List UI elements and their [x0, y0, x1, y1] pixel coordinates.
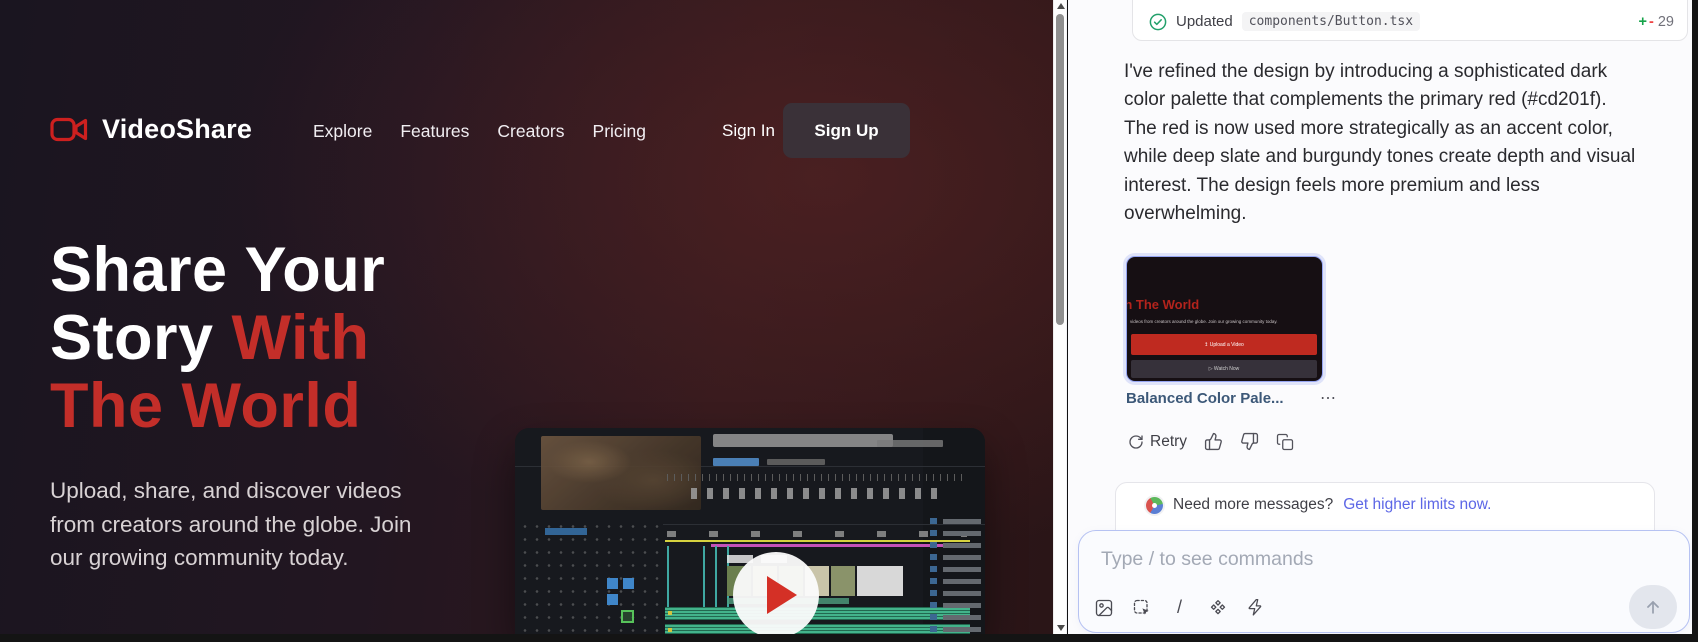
hero-line3: The World: [50, 371, 361, 441]
updated-file-name: components/Button.tsx: [1242, 12, 1420, 31]
app-window: VideoShare Explore Features Creators Pri…: [0, 0, 1698, 642]
editor-audio-track: [665, 607, 970, 620]
scrollbar-thumb[interactable]: [1056, 14, 1064, 325]
usage-pie-icon: [1146, 497, 1163, 514]
editor-effects-list: [930, 518, 982, 634]
scroll-up-arrow-icon[interactable]: [1057, 3, 1065, 9]
diff-added-icon: +: [1639, 14, 1647, 30]
message-line: I've refined the design by introducing a…: [1124, 58, 1690, 86]
update-status-label: Updated: [1176, 13, 1233, 30]
editor-track-dot: [668, 628, 672, 632]
editor-tool-button: [607, 594, 618, 605]
editor-timeline-marker-line: [665, 540, 970, 542]
scroll-down-arrow-icon[interactable]: [1057, 625, 1065, 631]
components-icon[interactable]: [1207, 597, 1228, 618]
retry-label: Retry: [1150, 433, 1187, 451]
editor-timeline-selection-line: [711, 544, 963, 547]
get-higher-limits-link[interactable]: Get higher limits now.: [1343, 496, 1491, 514]
attachment-caption-row: Balanced Color Pale... ⋯: [1126, 390, 1338, 407]
hero-line1: Share Your: [50, 235, 385, 305]
quick-actions-icon[interactable]: [1245, 597, 1266, 618]
nav-link-explore[interactable]: Explore: [313, 121, 372, 142]
hero-subtitle: Upload, share, and discover videos from …: [50, 474, 411, 575]
site-preview-panel: VideoShare Explore Features Creators Pri…: [0, 0, 1053, 634]
editor-label: [545, 528, 587, 535]
assistant-chat-panel: Updated components/Button.tsx + - 29 I'v…: [1068, 0, 1692, 634]
assistant-message: I've refined the design by introducing a…: [1124, 58, 1690, 228]
editor-titlebar: [713, 434, 893, 447]
subtitle-line: Upload, share, and discover videos: [50, 474, 411, 508]
diff-count: 29: [1658, 14, 1674, 30]
editor-ruler: [667, 474, 967, 481]
site-nav: Explore Features Creators Pricing: [313, 121, 646, 142]
nav-link-creators[interactable]: Creators: [497, 121, 564, 142]
diff-stats: + - 29: [1639, 14, 1674, 30]
refresh-icon: [1128, 434, 1144, 450]
window-edge-right: [1692, 0, 1698, 642]
design-attachment-thumbnail[interactable]: th The World videos from creators around…: [1126, 256, 1323, 382]
site-logo[interactable]: VideoShare: [50, 114, 252, 145]
sign-in-link[interactable]: Sign In: [722, 121, 775, 141]
hero-line2-white: Story: [50, 303, 232, 373]
composer-toolbar: /: [1093, 597, 1266, 618]
banner-question: Need more messages?: [1173, 496, 1333, 514]
send-button[interactable]: [1629, 585, 1677, 629]
message-line: color palette that complements the prima…: [1124, 86, 1690, 114]
editor-tab-active: [713, 458, 759, 466]
select-element-icon[interactable]: [1131, 597, 1152, 618]
slash-command-icon[interactable]: /: [1169, 597, 1190, 618]
video-camera-icon: [50, 116, 88, 143]
thumbs-down-icon[interactable]: [1240, 432, 1259, 451]
vertical-scrollbar[interactable]: [1053, 0, 1067, 634]
editor-tool-panel: [519, 520, 659, 634]
editor-tool-button: [623, 578, 634, 589]
message-line: The red is now used more strategically a…: [1124, 115, 1690, 143]
preview-secondary-button: ▷ Watch Now: [1131, 360, 1317, 378]
message-composer[interactable]: /: [1078, 530, 1690, 633]
message-line: interest. The design feels more premium …: [1124, 172, 1690, 200]
more-options-icon[interactable]: ⋯: [1320, 392, 1338, 406]
hero-line2-red: With: [232, 303, 370, 373]
image-attach-icon[interactable]: [1093, 597, 1114, 618]
nav-link-pricing[interactable]: Pricing: [593, 121, 647, 142]
editor-timeline-ruler: [667, 531, 967, 537]
retry-button[interactable]: Retry: [1128, 433, 1187, 451]
hero-heading: Share Your Story With The World: [50, 236, 385, 440]
editor-timecode: [877, 440, 943, 447]
editor-track-dot: [668, 611, 672, 615]
nav-link-features[interactable]: Features: [400, 121, 469, 142]
play-button[interactable]: [733, 552, 819, 634]
subtitle-line: our growing community today.: [50, 541, 411, 575]
preview-primary-button: ↥ Upload a Video: [1131, 334, 1317, 355]
editor-tool-button: [607, 578, 618, 589]
copy-icon[interactable]: [1276, 433, 1294, 451]
brand-name: VideoShare: [102, 114, 252, 145]
subtitle-line: from creators around the globe. Join: [50, 508, 411, 542]
play-icon: [767, 576, 797, 614]
message-line: while deep slate and burgundy tones crea…: [1124, 143, 1690, 171]
editor-tab: [767, 459, 825, 465]
check-circle-icon: [1149, 13, 1167, 31]
video-editor-screenshot: [515, 428, 985, 634]
editor-audio-track: [665, 624, 970, 634]
message-action-bar: Retry: [1128, 432, 1294, 451]
editor-preview-thumbnail: [541, 436, 701, 510]
attachment-title[interactable]: Balanced Color Pale...: [1126, 390, 1284, 407]
editor-transport-controls: [691, 488, 937, 499]
preview-heading: th The World: [1126, 297, 1199, 312]
preview-tagline: videos from creators around the globe. J…: [1130, 319, 1318, 324]
message-line: overwhelming.: [1124, 200, 1690, 228]
window-edge-bottom: [0, 634, 1698, 642]
file-update-card[interactable]: Updated components/Button.tsx + - 29: [1132, 0, 1688, 41]
thumbs-up-icon[interactable]: [1204, 432, 1223, 451]
composer-input[interactable]: [1099, 543, 1529, 575]
diff-removed-icon: -: [1649, 14, 1654, 30]
sign-up-button[interactable]: Sign Up: [783, 103, 910, 158]
editor-record-button: [621, 610, 634, 623]
